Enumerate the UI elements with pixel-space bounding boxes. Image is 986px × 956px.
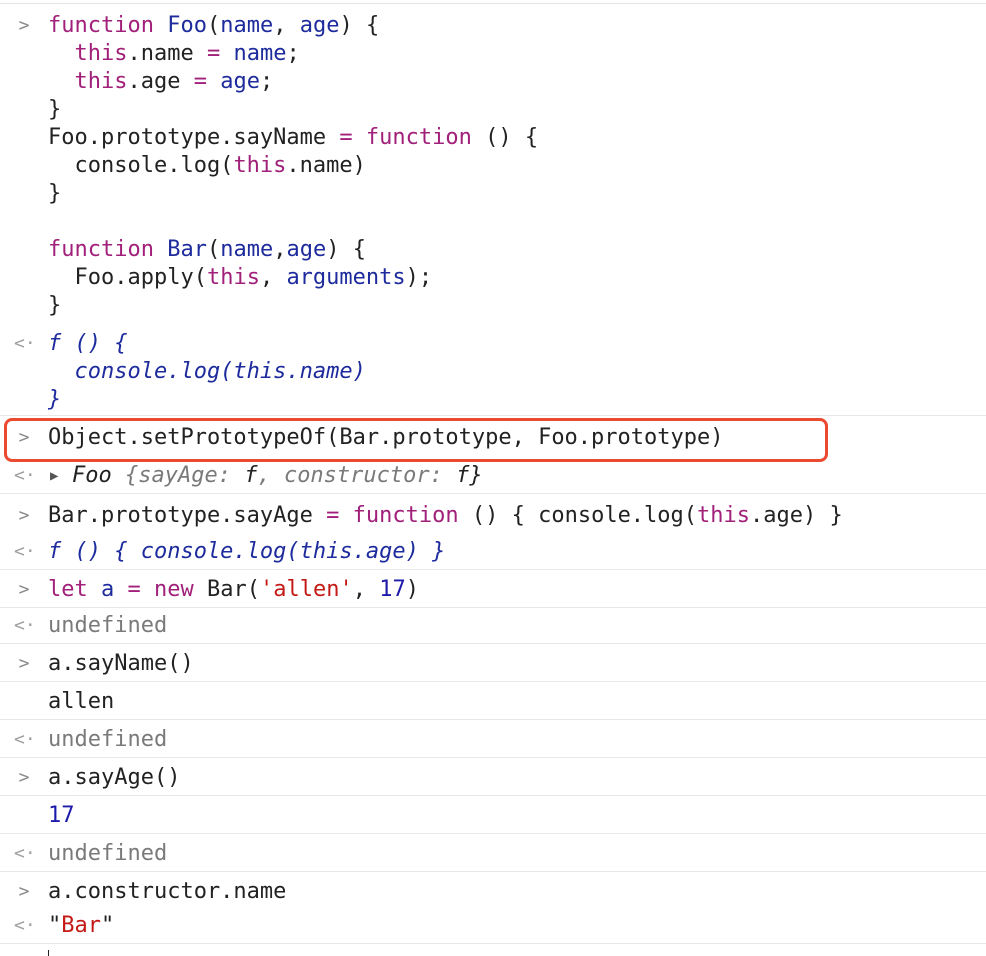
result-line: console.log(this.name) xyxy=(48,359,366,384)
code-line: } xyxy=(48,293,62,318)
chevron-right-icon: > xyxy=(18,579,30,600)
console-log-entry: allen xyxy=(0,686,986,720)
result-line: undefined xyxy=(48,613,168,638)
result-line: } xyxy=(48,387,62,412)
object-preview[interactable]: Foo {sayAge: f, constructor: f} xyxy=(72,462,483,490)
chevron-right-icon: > xyxy=(18,505,30,526)
code-line: } xyxy=(48,181,62,206)
chevron-right-icon: > xyxy=(18,881,30,902)
console-input-entry[interactable]: > function Foo(name, age) { this.name = … xyxy=(0,12,986,326)
console-result-entry: <· ▶ Foo {sayAge: f, constructor: f} xyxy=(0,462,986,494)
code-line: this.age = age; xyxy=(74,69,274,94)
console-input-entry[interactable]: > let a = new Bar('allen', 17) xyxy=(0,574,986,608)
return-arrow-icon: <· xyxy=(14,541,36,562)
code-line: } xyxy=(48,97,62,122)
console-input-entry[interactable]: > Bar.prototype.sayAge = function () { c… xyxy=(0,502,986,534)
code-line: console.log(this.name) xyxy=(48,153,366,178)
devtools-console: > function Foo(name, age) { this.name = … xyxy=(0,0,986,956)
result-line: f () { xyxy=(48,331,128,356)
log-line: allen xyxy=(48,689,115,714)
console-result-entry: <· f () { console.log(this.name) } xyxy=(0,328,986,416)
code-line: Foo.apply(this, arguments); xyxy=(48,265,433,290)
code-line: a.sayName() xyxy=(48,651,194,676)
chevron-right-icon: > xyxy=(18,653,30,674)
chevron-right-icon: > xyxy=(18,767,30,788)
return-arrow-icon: <· xyxy=(14,915,36,936)
console-input-entry[interactable]: > a.constructor.name xyxy=(0,876,986,908)
chevron-right-icon: > xyxy=(18,15,30,36)
code-line: Foo.prototype.sayName = function () { xyxy=(48,125,539,150)
result-line: undefined xyxy=(48,841,168,866)
console-result-entry: <· undefined xyxy=(0,610,986,644)
code-line: a.constructor.name xyxy=(48,879,287,904)
result-line: undefined xyxy=(48,727,168,752)
highlight-annotation xyxy=(4,418,828,462)
code-line: this.name = name; xyxy=(74,41,300,66)
console-input-entry[interactable]: > a.sayName() xyxy=(0,648,986,682)
code-line: a.sayAge() xyxy=(48,765,181,790)
return-arrow-icon: <· xyxy=(14,615,36,636)
console-result-entry: <· "Bar" xyxy=(0,910,986,944)
code-line: function Bar(name,age) { xyxy=(48,237,366,262)
console-cursor[interactable] xyxy=(48,950,49,956)
return-arrow-icon: <· xyxy=(14,843,36,864)
return-arrow-icon: <· xyxy=(14,729,36,750)
code-line: let a = new Bar('allen', 17) xyxy=(48,577,419,602)
return-arrow-icon: <· xyxy=(14,333,36,354)
return-arrow-icon: <· xyxy=(14,465,36,486)
console-input-entry[interactable]: > a.sayAge() xyxy=(0,762,986,796)
console-result-entry: <· f () { console.log(this.age) } xyxy=(0,536,986,570)
code-line: function Foo(name, age) { xyxy=(48,13,380,38)
result-line: "Bar" xyxy=(48,913,115,938)
console-result-entry: <· undefined xyxy=(0,838,986,872)
console-log-entry: 17 xyxy=(0,800,986,834)
console-top-border xyxy=(0,3,986,4)
result-line: f () { console.log(this.age) } xyxy=(48,539,446,564)
console-result-entry: <· undefined xyxy=(0,724,986,758)
log-line: 17 xyxy=(48,803,75,828)
triangle-right-icon[interactable]: ▶ xyxy=(50,462,64,490)
code-line: Bar.prototype.sayAge = function () { con… xyxy=(48,503,843,528)
